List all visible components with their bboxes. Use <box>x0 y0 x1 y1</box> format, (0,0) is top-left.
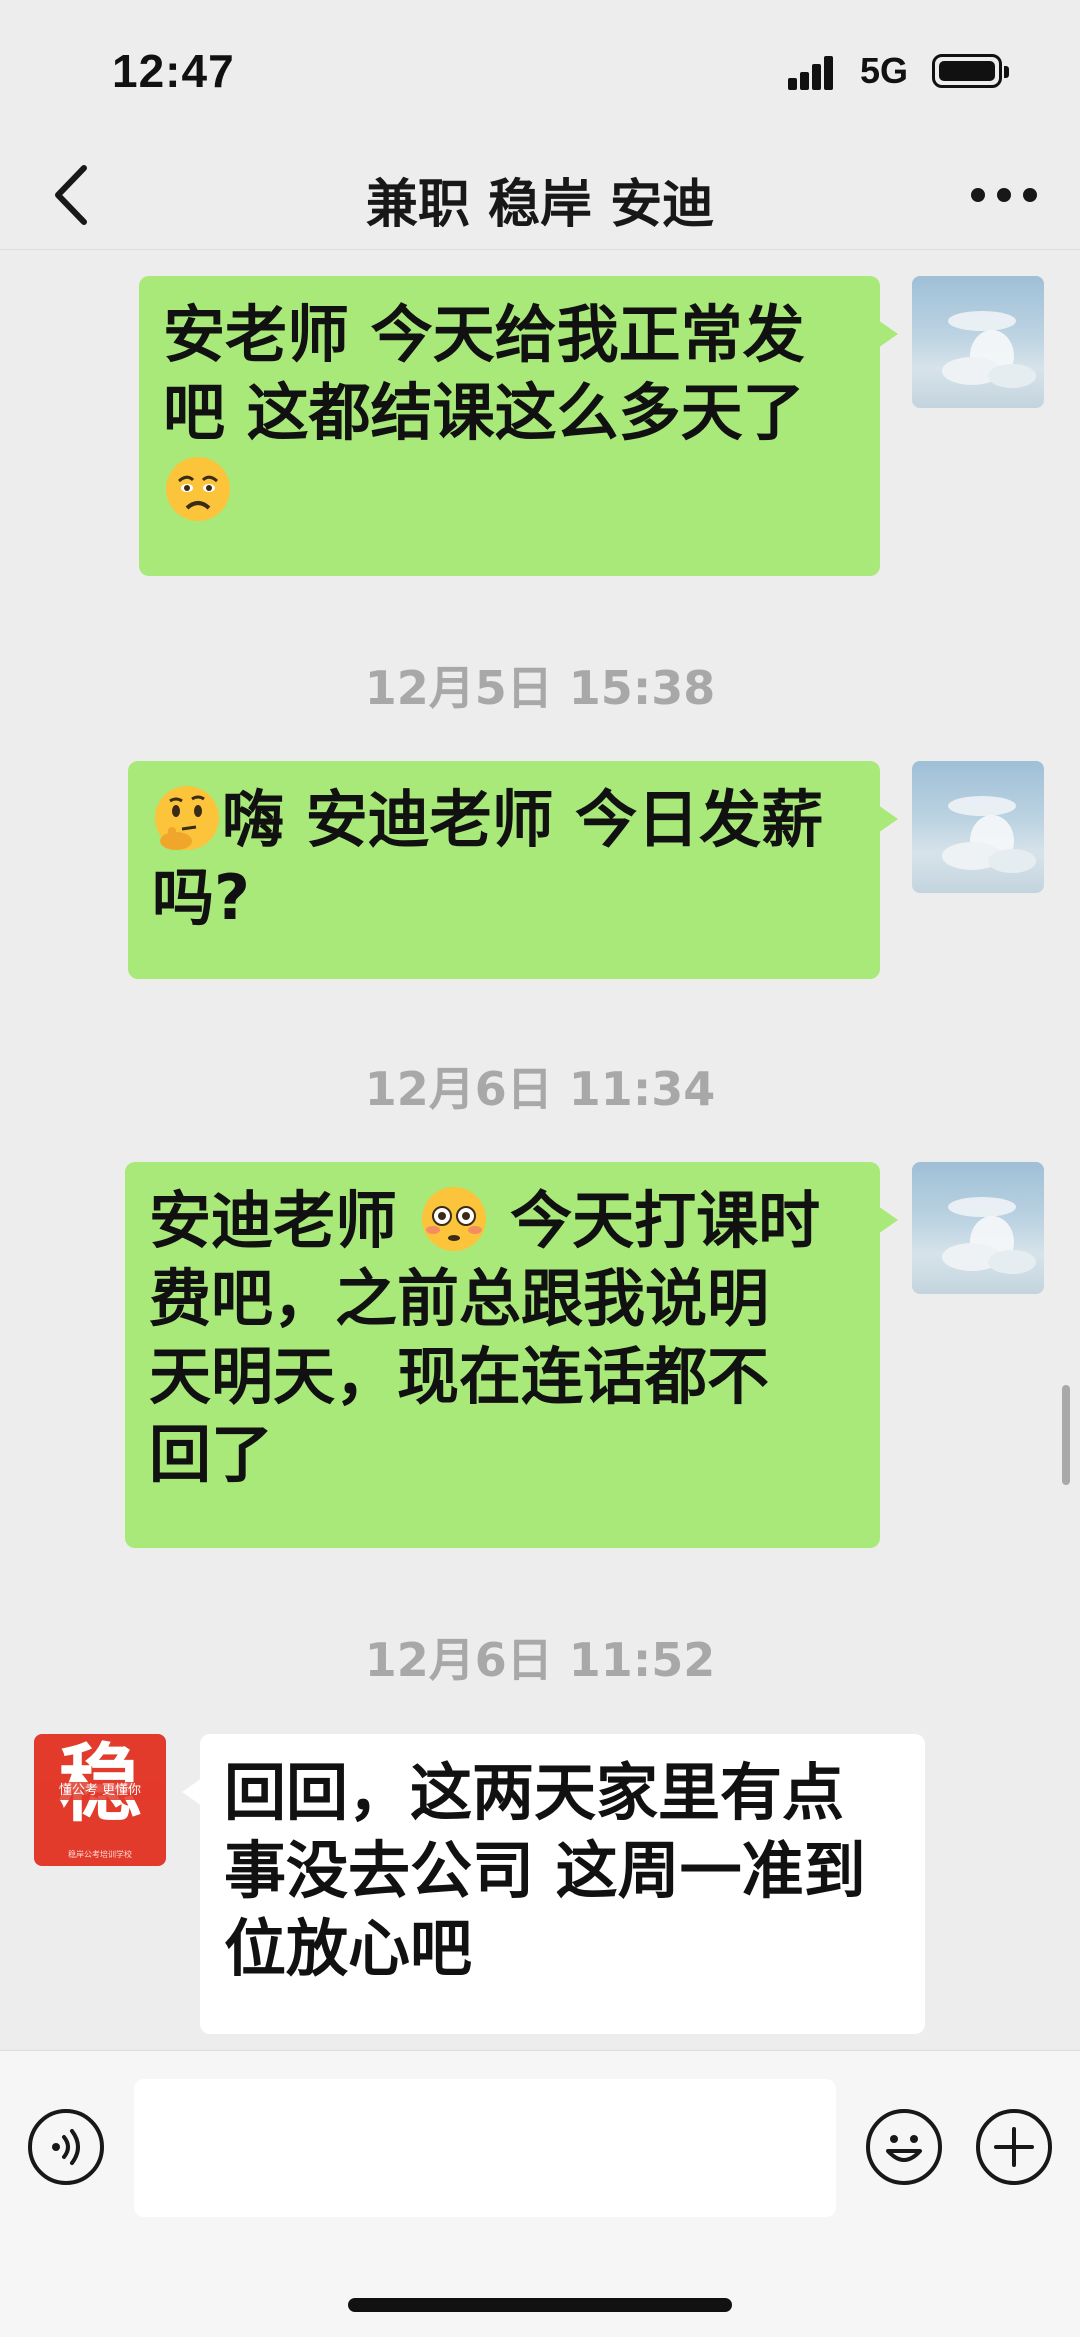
thinking-face-emoji <box>155 786 219 850</box>
user-avatar[interactable] <box>912 276 1044 408</box>
home-indicator[interactable] <box>348 2298 732 2312</box>
timestamp: 12月6日 11:52 <box>364 1633 716 1687</box>
message-line: 事没去公司 这周一准到 <box>224 1834 866 1907</box>
nav-bar: 兼职 稳岸 安迪 <box>0 140 1080 250</box>
message-line: 吧 这都结课这么多天了 <box>163 376 805 449</box>
voice-icon[interactable] <box>28 2109 104 2185</box>
message-bubble-sent[interactable]: 嗨 安迪老师 今日发薪 吗? <box>128 761 898 979</box>
message-line: 安老师 今天给我正常发 <box>163 298 805 371</box>
status-time: 12:47 <box>112 45 235 97</box>
contact-avatar[interactable]: 稳 懂公考 更懂你 稳岸公考培训学校 <box>34 1734 166 1866</box>
message-text: 嗨 安迪老师 今日发薪 <box>222 783 824 856</box>
battery-icon <box>932 54 1009 88</box>
message-input[interactable] <box>134 2079 836 2217</box>
message-line: 天明天，现在连话都不 <box>149 1340 770 1413</box>
message-bubble-sent[interactable]: 安老师 今天给我正常发 吧 这都结课这么多天了 <box>139 276 898 576</box>
chat-title: 兼职 稳岸 安迪 <box>365 175 715 235</box>
message-bubble-sent[interactable]: 安迪老师 今天打课时 费吧，之前总跟我说明 天明天，现在连话都不 回了 <box>125 1162 898 1548</box>
avatar-small-text: 稳岸公考培训学校 <box>68 1850 132 1859</box>
message-line: 位放心吧 <box>224 1912 473 1985</box>
user-avatar[interactable] <box>912 761 1044 893</box>
flushed-face-emoji <box>421 1187 486 1251</box>
message-bubble-received[interactable]: 回回，这两天家里有点 事没去公司 这周一准到 位放心吧 <box>182 1734 925 2034</box>
message-line: 回回，这两天家里有点 <box>224 1756 845 1829</box>
input-bar <box>0 2050 1080 2337</box>
message-text: 今天打课时 <box>488 1184 821 1257</box>
status-bar: 12:47 5G <box>0 0 1080 140</box>
timestamp: 12月6日 11:34 <box>364 1062 716 1116</box>
network-label: 5G <box>860 50 909 91</box>
chat-screen: 12:47 5G 兼职 稳岸 安迪 安老师 今天给我正常发 吧 这都结课这么多天… <box>0 0 1080 2337</box>
plus-icon[interactable] <box>976 2109 1052 2185</box>
more-icon[interactable] <box>964 172 1044 218</box>
worried-face-emoji <box>166 457 230 521</box>
signal-icon <box>788 54 844 90</box>
scrollbar-thumb[interactable] <box>1062 1385 1070 1485</box>
message-line: 费吧，之前总跟我说明 <box>149 1262 770 1335</box>
emoji-icon[interactable] <box>866 2109 942 2185</box>
avatar-slogan: 懂公考 更懂你 <box>34 1782 166 1800</box>
message-line: 吗? <box>152 861 250 934</box>
timestamp: 12月5日 15:38 <box>364 661 716 715</box>
user-avatar[interactable] <box>912 1162 1044 1294</box>
message-line: 回了 <box>149 1418 274 1491</box>
message-text: 安迪老师 <box>149 1184 419 1257</box>
